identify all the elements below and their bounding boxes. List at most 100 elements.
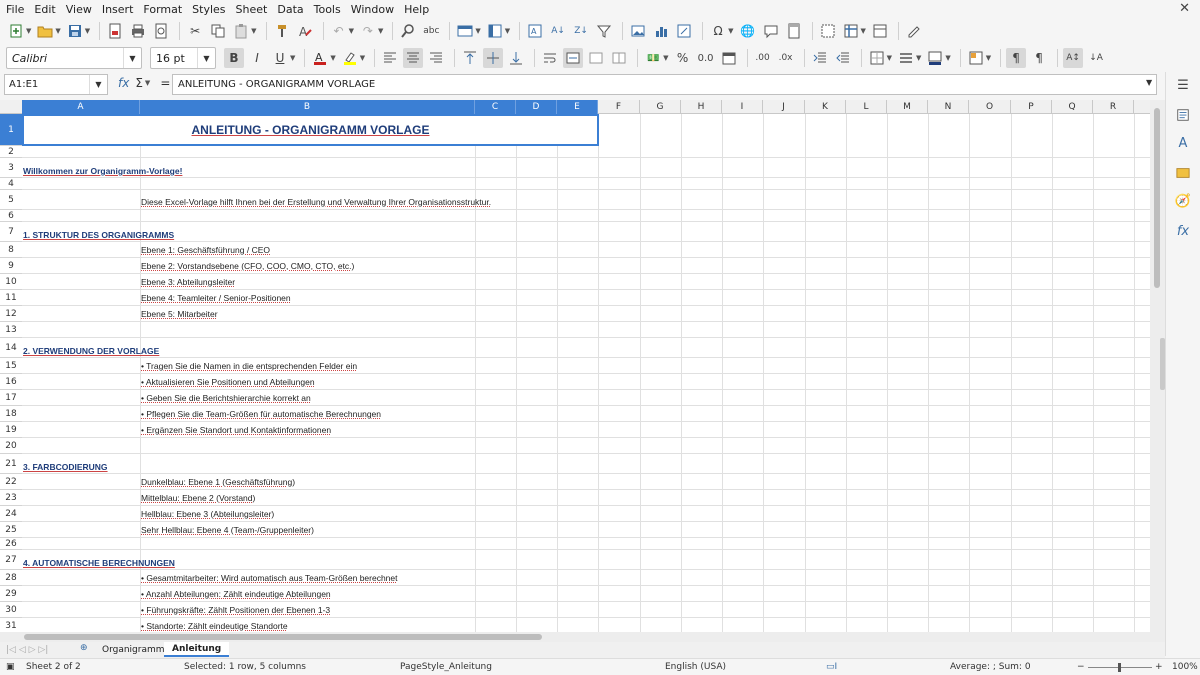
row-header[interactable]: 17 <box>0 390 22 406</box>
clone-formatting-icon[interactable] <box>272 21 292 41</box>
format-currency-icon[interactable]: 💵 <box>643 48 663 68</box>
row-header[interactable]: 19 <box>0 422 22 438</box>
cell-text[interactable]: • Geben Sie die Berichtshierarchie korre… <box>141 393 311 403</box>
cell-text[interactable]: • Aktualisieren Sie Positionen und Abtei… <box>141 377 315 387</box>
comment-icon[interactable] <box>761 21 781 41</box>
print-preview-icon[interactable] <box>151 21 171 41</box>
insert-image-icon[interactable] <box>628 21 648 41</box>
align-top-icon[interactable] <box>460 48 480 68</box>
clear-formatting-icon[interactable]: A <box>295 21 315 41</box>
cell-text[interactable]: • Tragen Sie die Namen in die entspreche… <box>141 361 357 371</box>
row-header[interactable]: 3 <box>0 158 22 178</box>
column-header[interactable]: M <box>887 100 928 114</box>
page-style[interactable]: PageStyle_Anleitung <box>400 662 492 672</box>
conditional-format-icon[interactable] <box>966 48 986 68</box>
add-sheet-icon[interactable]: ⊕ <box>80 643 88 653</box>
cell-heading[interactable]: 1. STRUKTUR DES ORGANIGRAMMS <box>23 230 174 240</box>
row-header[interactable]: 21 <box>0 454 22 474</box>
hamburger-menu-icon[interactable]: ☰ <box>1174 76 1192 94</box>
zoom-out-icon[interactable]: − <box>1077 662 1085 672</box>
sort-descending-icon[interactable]: Z↓ <box>571 21 591 41</box>
row-header[interactable]: 8 <box>0 242 22 258</box>
column-header[interactable]: D <box>516 100 557 114</box>
column-header[interactable]: G <box>640 100 681 114</box>
cell-text[interactable]: Mittelblau: Ebene 2 (Vorstand) <box>141 493 255 503</box>
cell-text[interactable]: Dunkelblau: Ebene 1 (Geschäftsführung) <box>141 477 295 487</box>
row-header[interactable]: 25 <box>0 522 22 538</box>
row-header[interactable]: 20 <box>0 438 22 454</box>
cell-text[interactable]: • Standorte: Zählt eindeutige Standorte <box>141 621 288 631</box>
row-header[interactable]: 31 <box>0 618 22 632</box>
row-header[interactable]: 12 <box>0 306 22 322</box>
sidebar-handle[interactable] <box>1160 338 1165 390</box>
split-window-icon[interactable] <box>870 21 890 41</box>
column-header[interactable]: A <box>22 100 140 114</box>
styles-icon[interactable]: A <box>1174 134 1192 152</box>
column-header[interactable]: P <box>1011 100 1052 114</box>
cell-text[interactable]: • Anzahl Abteilungen: Zählt eindeutige A… <box>141 589 331 599</box>
column-header[interactable]: N <box>928 100 969 114</box>
freeze-rows-columns-icon[interactable] <box>841 21 861 41</box>
name-box[interactable]: A1:E1 ▼ <box>4 74 108 95</box>
define-print-area-icon[interactable] <box>818 21 838 41</box>
close-document-icon[interactable]: ✕ <box>1179 1 1190 16</box>
chevron-down-icon[interactable]: ▼ <box>123 48 141 68</box>
row-header[interactable]: 23 <box>0 490 22 506</box>
menu-format[interactable]: Format <box>143 3 188 16</box>
row-header[interactable]: 6 <box>0 210 22 222</box>
text-horizontal-icon[interactable]: A↕ <box>1063 48 1084 68</box>
cell-text[interactable]: Ebene 3: Abteilungsleiter <box>141 277 235 287</box>
tab-organigramm[interactable]: Organigramm <box>94 642 173 657</box>
new-icon[interactable] <box>6 21 26 41</box>
chevron-down-icon[interactable]: ▼ <box>89 75 107 94</box>
decrease-indent-icon[interactable] <box>833 48 853 68</box>
menu-styles[interactable]: Styles <box>192 3 231 16</box>
italic-button[interactable]: I <box>247 48 267 68</box>
increase-indent-icon[interactable] <box>810 48 830 68</box>
row-header[interactable]: 2 <box>0 146 22 158</box>
autofilter-icon[interactable] <box>594 21 614 41</box>
column-header[interactable]: K <box>805 100 846 114</box>
column-header[interactable]: I <box>722 100 763 114</box>
special-character-icon[interactable]: Ω <box>708 21 728 41</box>
merge-center-icon[interactable] <box>563 48 584 68</box>
row-header[interactable]: 26 <box>0 538 22 550</box>
cell-text[interactable]: Diese Excel-Vorlage hilft Ihnen bei der … <box>141 197 491 207</box>
cell-text[interactable]: Hellblau: Ebene 3 (Abteilungsleiter) <box>141 509 274 519</box>
column-header[interactable]: J <box>763 100 805 114</box>
print-icon[interactable] <box>128 21 148 41</box>
cell-text[interactable]: • Führungskräfte: Zählt Positionen der E… <box>141 605 330 615</box>
column-icon[interactable] <box>485 21 505 41</box>
cell-text[interactable]: • Gesamtmitarbeiter: Wird automatisch au… <box>141 573 398 583</box>
properties-icon[interactable] <box>1174 106 1192 124</box>
menu-edit[interactable]: Edit <box>34 3 61 16</box>
cell-text[interactable]: • Ergänzen Sie Standort und Kontaktinfor… <box>141 425 331 435</box>
font-name-box[interactable]: Calibri ▼ <box>6 47 142 69</box>
font-color-icon[interactable]: A <box>310 48 330 68</box>
cell-text[interactable]: Ebene 2: Vorstandsebene (CFO, COO, CMO, … <box>141 261 354 271</box>
menu-data[interactable]: Data <box>277 3 309 16</box>
copy-icon[interactable] <box>208 21 228 41</box>
sort-icon[interactable]: A <box>525 21 545 41</box>
menu-window[interactable]: Window <box>351 3 400 16</box>
tab-navigation-icon[interactable]: |◁ ◁ ▷ ▷| <box>6 645 48 655</box>
row-header[interactable]: 22 <box>0 474 22 490</box>
spelling-icon[interactable]: abc <box>421 21 441 41</box>
format-date-icon[interactable] <box>719 48 739 68</box>
column-header[interactable]: R <box>1093 100 1134 114</box>
menu-sheet[interactable]: Sheet <box>236 3 274 16</box>
functions-icon[interactable]: fx <box>1174 222 1192 240</box>
text-direction-ltr-icon[interactable]: ¶ <box>1006 48 1027 68</box>
row-header[interactable]: 15 <box>0 358 22 374</box>
column-header[interactable]: Q <box>1052 100 1093 114</box>
column-header[interactable]: E <box>557 100 598 114</box>
header-footer-icon[interactable] <box>784 21 804 41</box>
gallery-icon[interactable] <box>1174 164 1192 182</box>
cell-heading[interactable]: 4. AUTOMATISCHE BERECHNUNGEN <box>23 558 175 568</box>
cell-text[interactable]: Ebene 5: Mitarbeiter <box>141 309 218 319</box>
row-header[interactable]: 9 <box>0 258 22 274</box>
save-icon[interactable] <box>65 21 85 41</box>
find-replace-icon[interactable] <box>398 21 418 41</box>
unmerge-cells-icon[interactable] <box>609 48 629 68</box>
horizontal-scrollbar[interactable] <box>0 632 1165 642</box>
